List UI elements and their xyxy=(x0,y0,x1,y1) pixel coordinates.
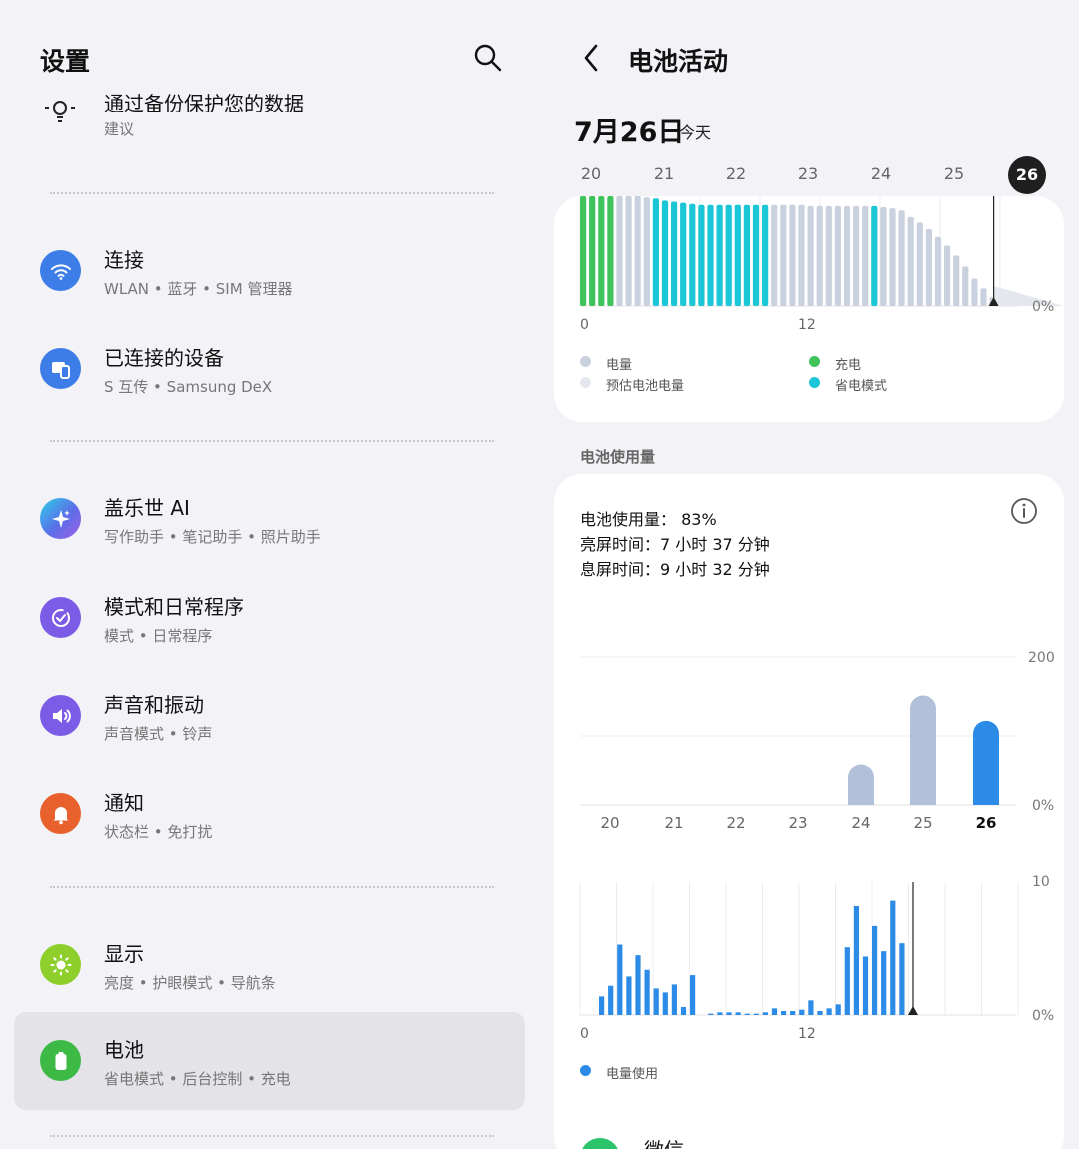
wifi-icon xyxy=(40,250,81,291)
hourly-usage-bar xyxy=(662,992,668,1015)
item-title: 显示 xyxy=(104,942,144,966)
item-title: 盖乐世 AI xyxy=(104,496,190,520)
hourly-usage-bar xyxy=(626,976,632,1015)
lightbulb-icon xyxy=(45,101,75,122)
hourly-usage-bar xyxy=(680,1007,687,1015)
hourly-usage-bar xyxy=(881,951,887,1015)
hourly-usage-bar xyxy=(708,1013,714,1015)
legend-label: 电量使用 xyxy=(606,1067,659,1082)
x-tick-label: 12 xyxy=(798,1026,816,1042)
hourly-usage-chart[interactable]: 10 0% 0 12 xyxy=(540,0,1079,1100)
item-title: 声音和振动 xyxy=(104,693,204,717)
hourly-usage-bar xyxy=(899,943,905,1015)
settings-item-connected-devices[interactable]: 已连接的设备 S 互传 • Samsung DeX xyxy=(14,320,525,418)
sun-icon xyxy=(40,944,81,985)
settings-item-notifications[interactable]: 通知 状态栏 • 免打扰 xyxy=(14,765,525,863)
hourly-usage-bar xyxy=(717,1012,723,1015)
hourly-usage-bar xyxy=(862,956,869,1015)
hourly-usage-bar xyxy=(799,1009,805,1015)
hourly-usage-bar xyxy=(617,944,623,1015)
y-axis-label: 0% xyxy=(1032,1008,1054,1024)
tip-subtitle: 建议 xyxy=(104,120,135,138)
settings-item-sound[interactable]: 声音和振动 声音模式 • 铃声 xyxy=(14,667,525,765)
settings-item-connections[interactable]: 连接 WLAN • 蓝牙 • SIM 管理器 xyxy=(14,222,525,320)
item-title: 电池 xyxy=(104,1038,144,1062)
hourly-usage-bar xyxy=(890,900,896,1015)
hourly-usage-bar xyxy=(771,1008,778,1015)
hourly-usage-bar xyxy=(644,969,650,1015)
settings-item-modes-routines[interactable]: 模式和日常程序 模式 • 日常程序 xyxy=(14,569,525,667)
battery-activity-pane: 电池活动 7月26日 今天 20 21 22 23 24 25 26 0 12 0%… xyxy=(540,0,1079,1149)
settings-pane: 设置 通过备份保护您的数据 建议 连接 WLAN • 蓝牙 • SIM 管理器 … xyxy=(0,0,540,1149)
hourly-usage-bar xyxy=(726,1012,732,1015)
hourly-usage-bar xyxy=(844,947,850,1015)
ai-sparkle-icon xyxy=(40,498,81,539)
devices-icon xyxy=(40,348,81,389)
divider xyxy=(50,192,494,194)
divider xyxy=(50,1135,494,1137)
hourly-usage-bar xyxy=(753,1013,759,1015)
item-subtitle: 亮度 • 护眼模式 • 导航条 xyxy=(104,974,276,992)
settings-item-display[interactable]: 显示 亮度 • 护眼模式 • 导航条 xyxy=(14,916,525,1014)
item-subtitle: 省电模式 • 后台控制 • 充电 xyxy=(104,1070,291,1088)
hourly-usage-bar xyxy=(808,1000,814,1015)
now-marker-triangle xyxy=(908,1006,918,1015)
hourly-usage-bar xyxy=(599,996,605,1015)
hourly-usage-bar xyxy=(744,1013,750,1015)
hourly-usage-bar xyxy=(835,1004,841,1015)
item-subtitle: 状态栏 • 免打扰 xyxy=(104,823,213,841)
hourly-usage-bar xyxy=(872,925,878,1015)
item-subtitle: 写作助手 • 笔记助手 • 照片助手 xyxy=(104,528,321,546)
hourly-usage-bar xyxy=(653,988,659,1015)
hourly-usage-bar xyxy=(735,1012,741,1015)
item-title: 连接 xyxy=(104,248,144,272)
page-title: 设置 xyxy=(40,47,91,76)
hourly-usage-bar xyxy=(826,1008,832,1015)
app-name[interactable]: 微信 xyxy=(644,1134,684,1149)
modes-icon xyxy=(40,597,81,638)
hourly-usage-bar xyxy=(853,905,859,1015)
hourly-usage-bar xyxy=(690,975,696,1015)
item-title: 已连接的设备 xyxy=(104,346,224,370)
item-subtitle: S 互传 • Samsung DeX xyxy=(104,378,273,396)
item-subtitle: WLAN • 蓝牙 • SIM 管理器 xyxy=(104,280,293,298)
bell-icon xyxy=(40,793,81,834)
hourly-usage-bar xyxy=(781,1011,787,1015)
settings-item-galaxy-ai[interactable]: 盖乐世 AI 写作助手 • 笔记助手 • 照片助手 xyxy=(14,470,525,568)
settings-item-battery[interactable]: 电池 省电模式 • 后台控制 • 充电 xyxy=(14,1012,525,1110)
speaker-icon xyxy=(40,695,81,736)
hourly-usage-bar xyxy=(762,1012,768,1015)
y-axis-label: 10 xyxy=(1032,874,1050,890)
hourly-usage-bar xyxy=(608,985,614,1015)
divider xyxy=(50,886,494,888)
legend-dot xyxy=(580,1065,591,1076)
hourly-usage-bar xyxy=(790,1011,796,1015)
item-subtitle: 模式 • 日常程序 xyxy=(104,627,213,645)
x-tick-label: 0 xyxy=(580,1026,589,1042)
divider xyxy=(50,440,494,442)
tip-title: 通过备份保护您的数据 xyxy=(104,92,304,112)
hourly-usage-bar xyxy=(817,1011,823,1015)
backup-suggestion[interactable]: 通过备份保护您的数据 建议 xyxy=(14,88,525,148)
hourly-usage-bar xyxy=(671,984,677,1015)
item-title: 通知 xyxy=(104,791,144,815)
item-title: 模式和日常程序 xyxy=(104,595,244,619)
hourly-usage-bar xyxy=(635,955,641,1015)
item-subtitle: 声音模式 • 铃声 xyxy=(104,725,213,743)
battery-icon xyxy=(40,1040,81,1081)
search-icon[interactable] xyxy=(472,42,504,74)
